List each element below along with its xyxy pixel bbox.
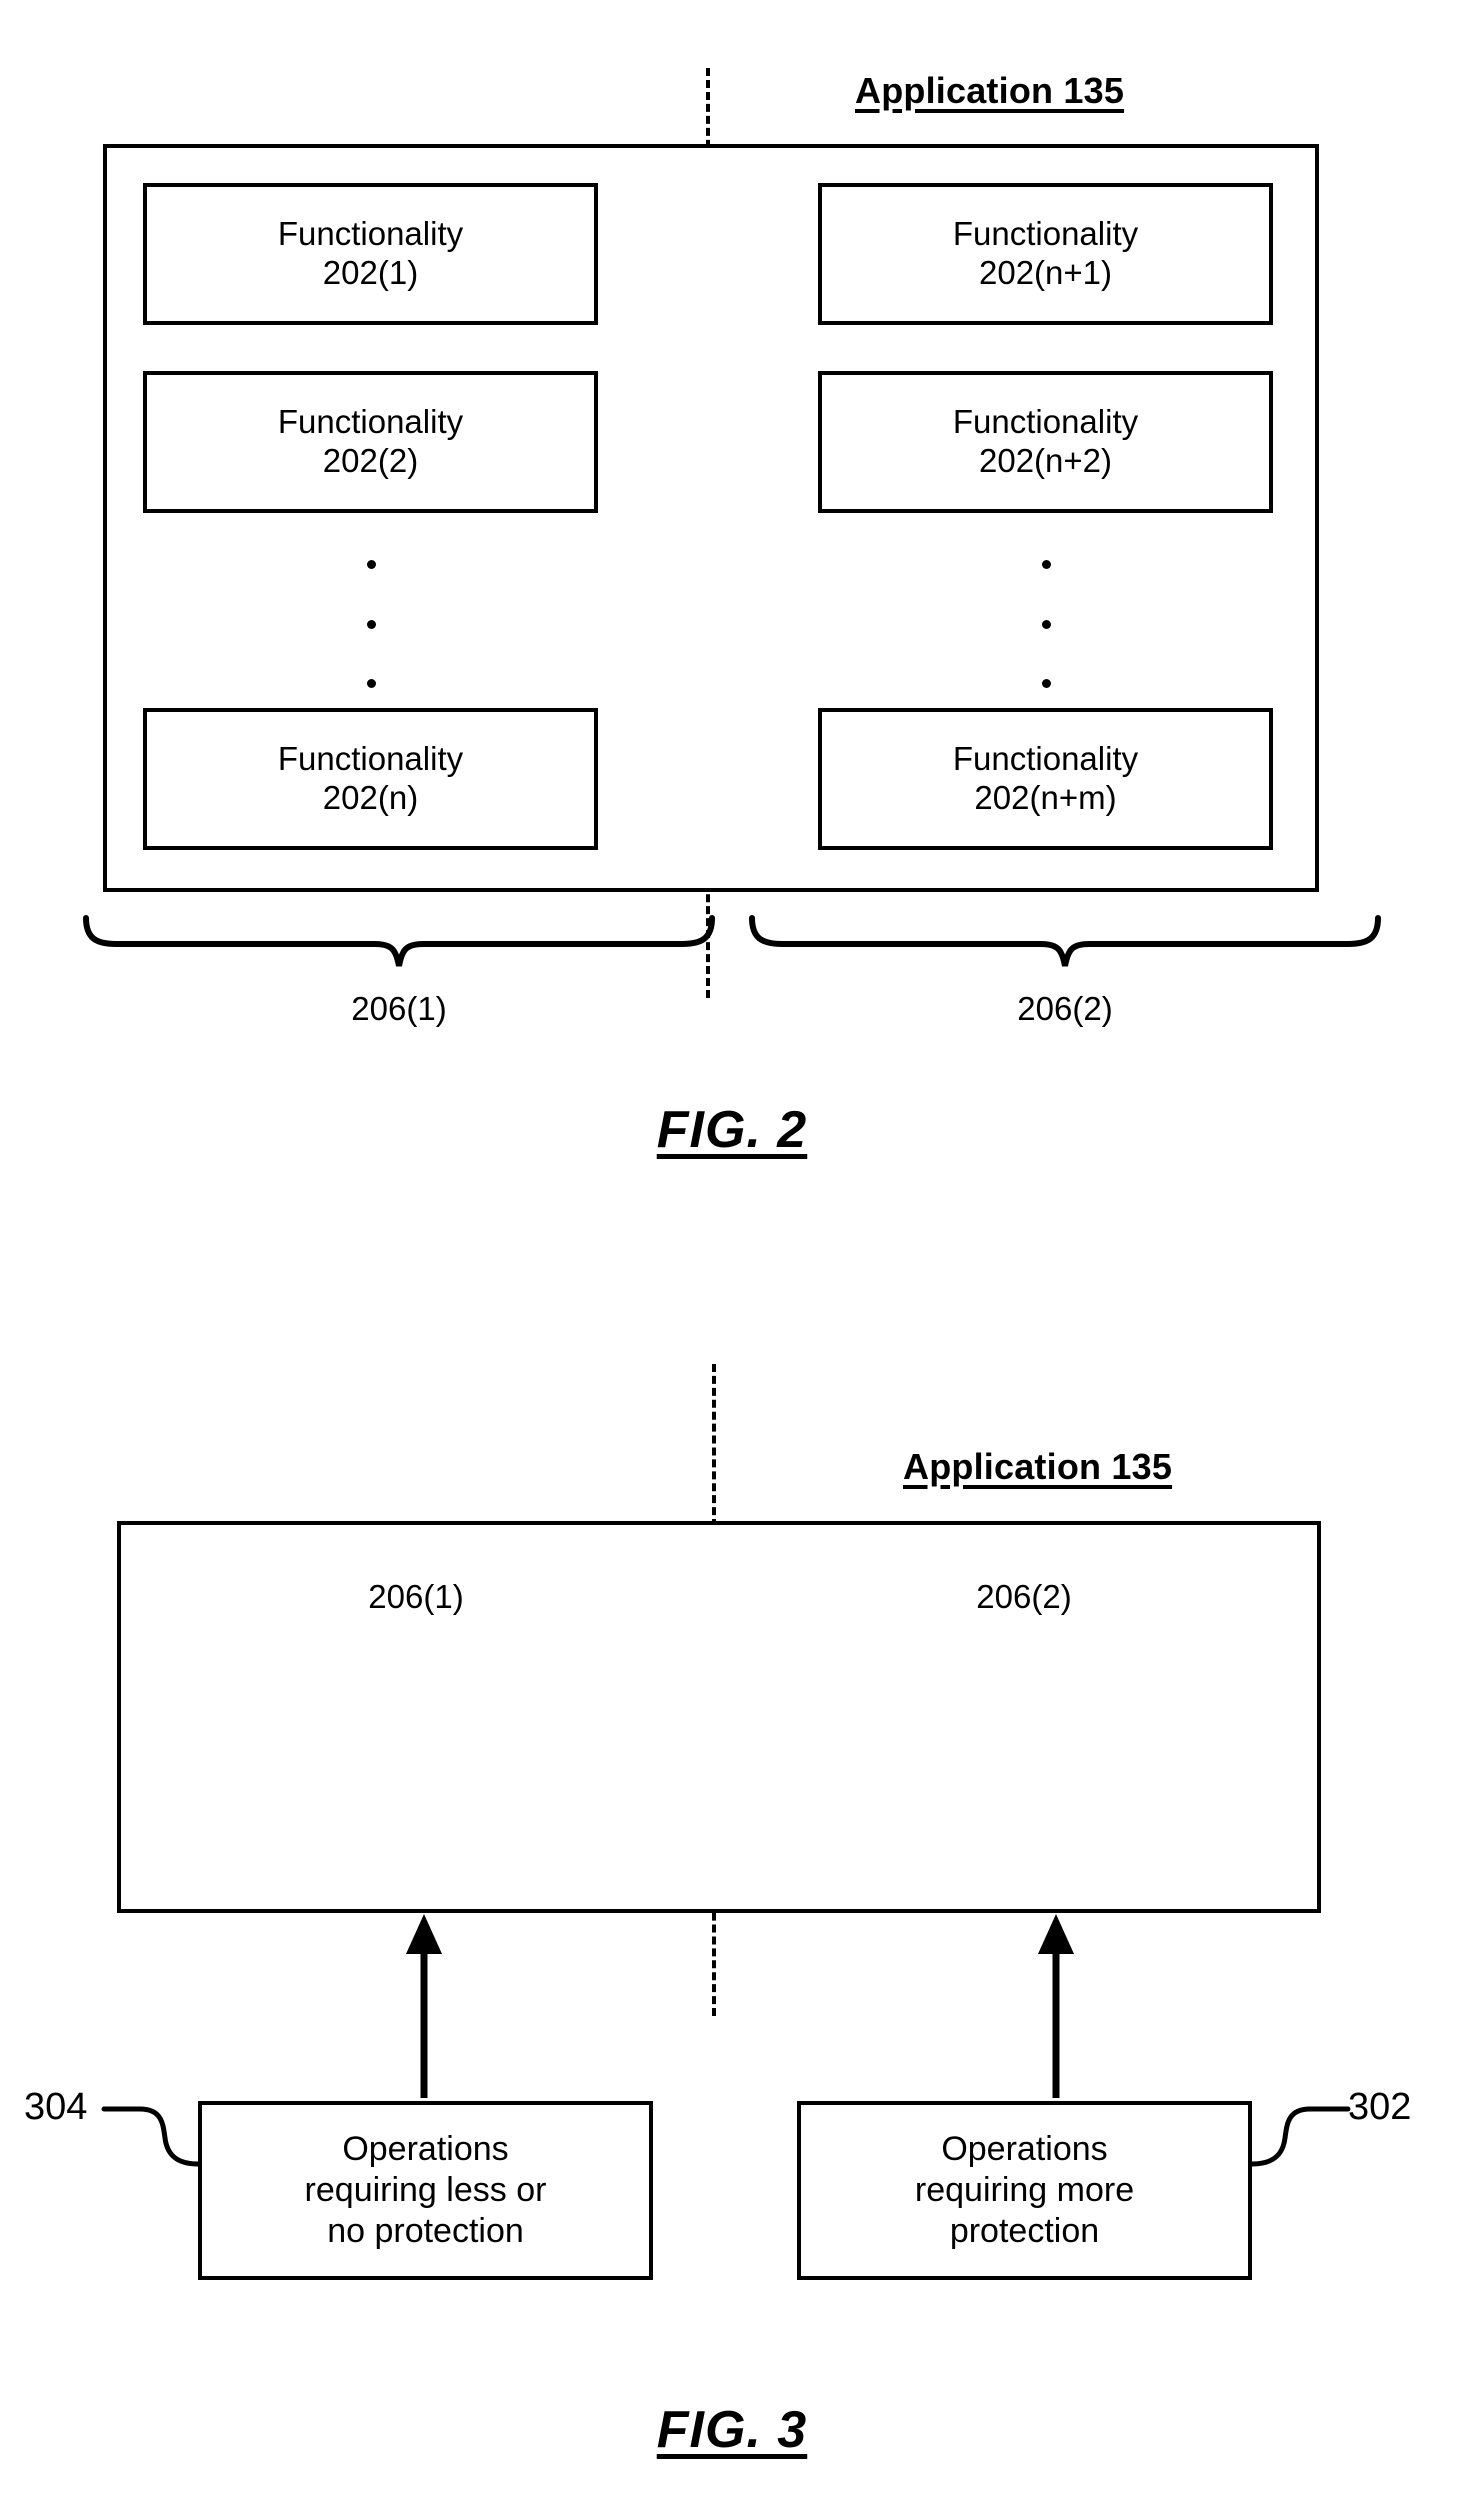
figure3-segment-label-206-1: 206(1) xyxy=(368,1578,464,1615)
functionality-box-line1: Functionality xyxy=(277,740,464,778)
figure2-braces xyxy=(83,915,1381,967)
functionality-box-202-2: Functionality 202(2) xyxy=(143,371,598,513)
figure2-right-ellipsis xyxy=(1041,560,1051,688)
functionality-box-line1: Functionality xyxy=(952,403,1139,441)
arrow-up-left xyxy=(406,1914,442,2098)
functionality-box-line2: 202(n+1) xyxy=(978,254,1112,291)
functionality-box-line1: Functionality xyxy=(277,403,464,441)
figure-3: Application 135 206(1) 206(2) Operations… xyxy=(0,1320,1464,2520)
patent-figure-sheet: Application 135 Functionality 202(1) Fun… xyxy=(0,0,1464,2520)
ellipsis-dot xyxy=(366,679,376,688)
functionality-box-line1: Functionality xyxy=(952,740,1139,778)
functionality-box-line1: Functionality xyxy=(277,215,464,253)
figure2-caption: FIG. 2 xyxy=(656,1101,808,1159)
ellipsis-dot xyxy=(1041,560,1051,569)
ellipsis-dot xyxy=(1041,619,1051,629)
figure3-application-frame xyxy=(117,1521,1321,1913)
functionality-box-line2: 202(n) xyxy=(322,779,419,816)
figure3-reference-302: 302 xyxy=(1348,2086,1412,2128)
functionality-box-202-n: Functionality 202(n) xyxy=(143,708,598,850)
functionality-box-202-n-plus-1: Functionality 202(n+1) xyxy=(818,183,1273,325)
functionality-box-line2: 202(n+m) xyxy=(974,779,1117,816)
figure3-segment-label-206-2: 206(2) xyxy=(976,1578,1072,1615)
figure3-reference-304: 304 xyxy=(24,2086,88,2128)
figure3-application-title: Application 135 xyxy=(903,1446,1173,1487)
figure-2: Application 135 Functionality 202(1) Fun… xyxy=(0,0,1464,1200)
functionality-box-line2: 202(1) xyxy=(322,254,419,291)
ellipsis-dot xyxy=(366,560,376,569)
functionality-box-line2: 202(n+2) xyxy=(978,442,1112,479)
figure2-brace-label-206-2: 206(2) xyxy=(1017,990,1113,1027)
functionality-box-202-n-plus-m: Functionality 202(n+m) xyxy=(818,708,1273,850)
figure3-arrows xyxy=(406,1914,1074,2098)
functionality-box-202-n-plus-2: Functionality 202(n+2) xyxy=(818,371,1273,513)
functionality-box-line1: Functionality xyxy=(952,215,1139,253)
ellipsis-dot xyxy=(1041,679,1051,688)
figure2-left-ellipsis xyxy=(366,560,376,688)
functionality-box-202-1: Functionality 202(1) xyxy=(143,183,598,325)
figure3-caption: FIG. 3 xyxy=(656,2401,808,2459)
figure3-reference-leaders xyxy=(101,2106,1351,2167)
figure2-brace-label-206-1: 206(1) xyxy=(351,990,447,1027)
functionality-box-line2: 202(2) xyxy=(322,442,419,479)
figure2-application-title: Application 135 xyxy=(855,70,1125,111)
arrow-up-right xyxy=(1038,1914,1074,2098)
ellipsis-dot xyxy=(366,619,376,629)
